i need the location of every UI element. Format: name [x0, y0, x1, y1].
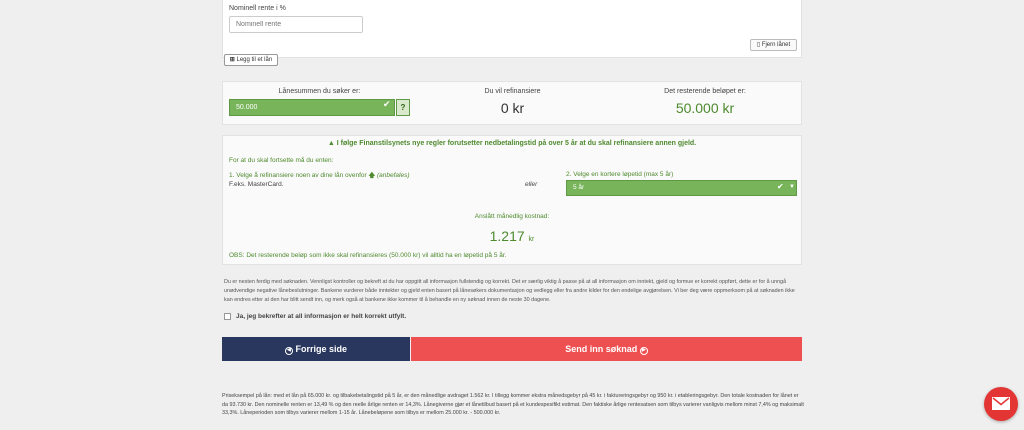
warning-icon: ▲ [327, 140, 335, 147]
contact-mail-button[interactable] [984, 387, 1018, 421]
refinance-value: 0 kr [500, 100, 525, 116]
refinance-notice-card [222, 135, 802, 265]
warning-text: ▲ I følge Finanstilsynets nye regler for… [222, 140, 802, 147]
or-text: eller [525, 181, 538, 188]
previous-page-label: Forrige side [295, 344, 348, 354]
arrow-left-icon: ◀ [284, 347, 293, 355]
obs-text: OBS: Det resterende beløp som ikke skal … [229, 252, 507, 259]
option1-example: F.eks. MasterCard. [229, 181, 284, 188]
envelope-icon [992, 397, 1010, 410]
add-loan-button[interactable]: ⊞ Legg til et lån [224, 54, 278, 66]
caret-down-icon: ▼ [789, 184, 795, 190]
warning-message: I følge Finanstilsynets nye regler forut… [336, 140, 697, 147]
remove-loan-button[interactable]: ▯ Fjern lånet [750, 39, 797, 51]
monthly-value: 1.217 [489, 228, 525, 244]
monthly-cost: 1.217 kr [222, 228, 802, 244]
confirm-label: Ja, jeg bekrefter at all informasjon er … [236, 313, 407, 320]
check-icon: ✔ [777, 182, 784, 191]
option2-text: 2. Velge en kortere løpetid (max 5 år) [566, 171, 674, 178]
option1-recommended: (anbefales) [377, 172, 410, 179]
arrow-up-icon: 🡅 [368, 172, 376, 179]
confirm-row[interactable]: Ja, jeg bekrefter at all informasjon er … [224, 313, 406, 320]
disclaimer-text: Du er nesten ferdig med søknaden. Vennli… [224, 279, 795, 304]
requested-amount-input[interactable]: 50.000 [229, 99, 395, 116]
remaining-value: 50.000 kr [675, 100, 735, 116]
notice-intro: For at du skal fortsette må du enten: [229, 157, 334, 164]
previous-page-button[interactable]: ◀ Forrige side [222, 337, 410, 361]
rate-input[interactable] [229, 16, 363, 33]
add-loan-label: Legg til et lån [236, 57, 273, 63]
remaining-label: Det resterende beløpet er: [664, 88, 746, 95]
option1-label: 1. Velge å refinansiere noen av dine lån… [229, 172, 367, 179]
remove-loan-label: Fjern lånet [761, 42, 791, 48]
rate-label: Nominell rente i % [229, 5, 286, 12]
submit-application-button[interactable]: Send inn søknad ▶ [411, 337, 802, 361]
refinance-label: Du vil refinansiere [484, 88, 541, 95]
price-example-text: Priseksempel på lån: med et lån på 65.00… [222, 393, 804, 416]
trash-icon: ▯ [756, 42, 761, 48]
term-select[interactable]: 5 år [566, 180, 797, 196]
check-icon: ✔ [383, 99, 391, 109]
help-button[interactable]: ? [396, 99, 410, 116]
requested-label: Lånesummen du søker er: [278, 88, 361, 95]
arrow-right-icon: ▶ [639, 347, 648, 355]
confirm-checkbox[interactable] [224, 313, 231, 320]
application-page: Nominell rente i % ▯ Fjern lånet ⊞ Legg … [0, 0, 1024, 430]
monthly-label: Anslått månedlig kostnad: [474, 213, 550, 220]
monthly-unit: kr [528, 236, 535, 243]
plus-icon: ⊞ [229, 57, 235, 63]
submit-label: Send inn søknad [565, 344, 638, 354]
